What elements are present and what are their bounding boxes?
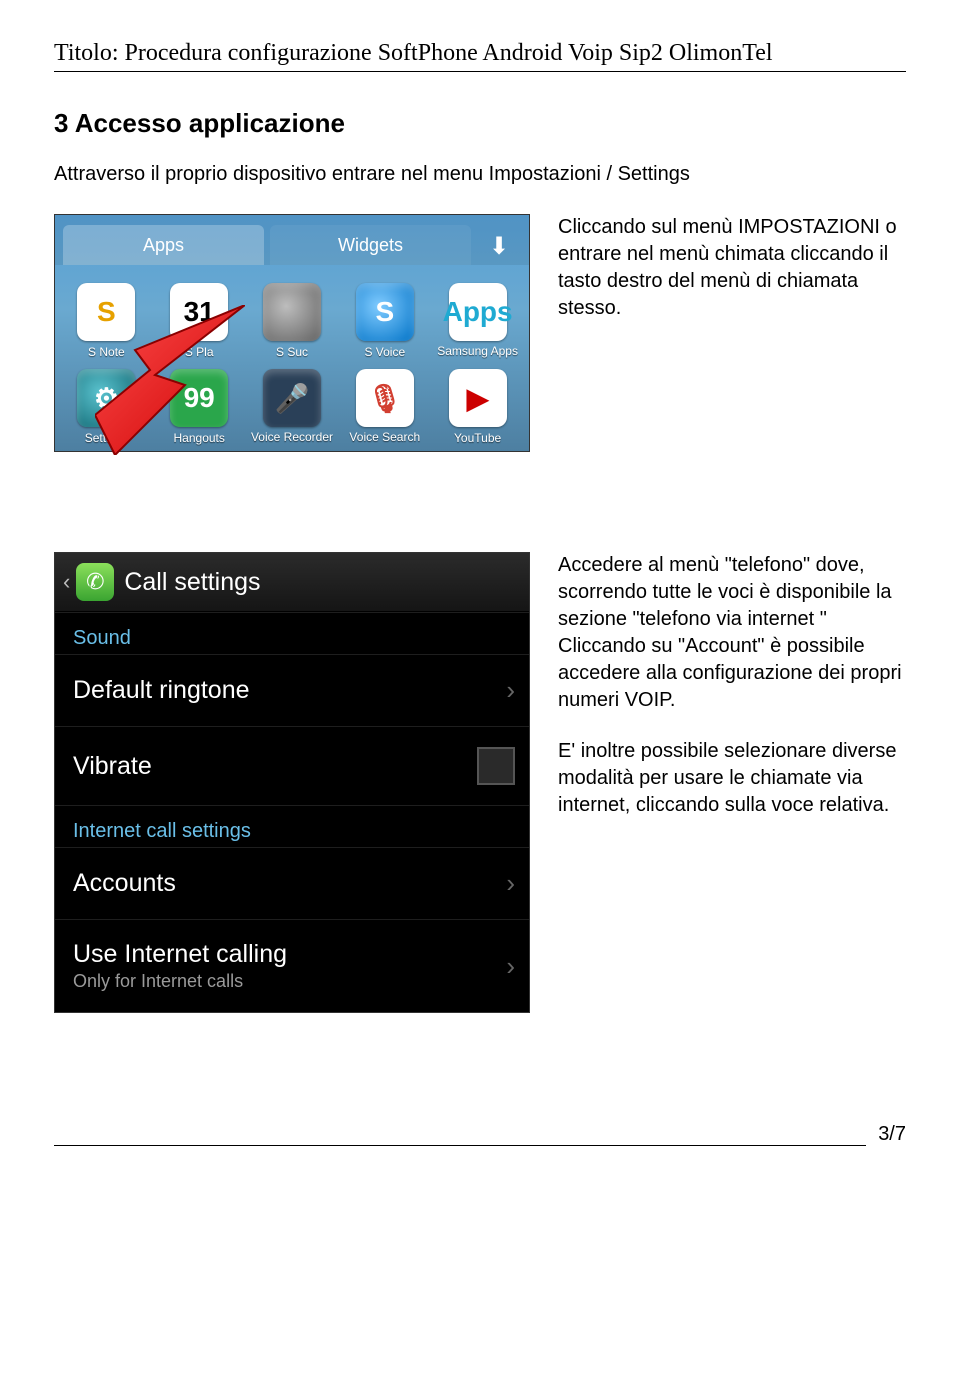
footer-rule (54, 1123, 866, 1146)
voice-search-icon: 🎙 (356, 369, 414, 427)
app-s-suggest[interactable]: S Suc (249, 283, 336, 359)
gear-icon: ⚙ (77, 369, 135, 427)
navbar-title: Call settings (124, 568, 260, 597)
app-label: Voice Recorder (251, 431, 333, 444)
app-voice-recorder[interactable]: 🎤 Voice Recorder (249, 369, 336, 445)
paragraph-telefono-internet: Accedere al menù "telefono" dove, scorre… (558, 552, 906, 714)
item-default-ringtone[interactable]: Default ringtone › (55, 654, 529, 726)
back-icon[interactable]: ‹ (63, 569, 70, 595)
app-label: Voice Search (349, 431, 420, 444)
call-settings-screenshot: ‹ ✆ Call settings Sound Default ringtone… (54, 552, 530, 1013)
app-label: Samsung Apps (437, 345, 518, 358)
app-voice-search[interactable]: 🎙 Voice Search (341, 369, 428, 445)
tower-icon (263, 283, 321, 341)
item-label: Default ringtone (73, 676, 250, 705)
item-use-internet-calling[interactable]: Use Internet calling Only for Internet c… (55, 919, 529, 1012)
group-sound-header: Sound (55, 612, 529, 654)
app-samsung-apps[interactable]: Apps Samsung Apps (434, 283, 521, 359)
vibrate-checkbox[interactable] (477, 747, 515, 785)
recorder-icon: 🎤 (263, 369, 321, 427)
android-launcher-screenshot: Apps Widgets ⬇ S S Note 31 S Pla S Suc (54, 214, 530, 452)
s-voice-icon: S (356, 283, 414, 341)
calendar-icon: 31 (170, 283, 228, 341)
app-s-planner[interactable]: 31 S Pla (156, 283, 243, 359)
intro-text: Attraverso il proprio dispositivo entrar… (54, 163, 906, 186)
item-label: Use Internet calling (73, 940, 287, 969)
app-hangouts[interactable]: 99 Hangouts (156, 369, 243, 445)
launcher-tab-widgets[interactable]: Widgets (270, 225, 471, 265)
paragraph-modalita: E' inoltre possibile selezionare diverse… (558, 738, 906, 819)
app-label: Hangouts (174, 431, 225, 445)
page-number: 3/7 (878, 1123, 906, 1146)
app-label: Settings (85, 431, 128, 445)
launcher-tab-apps[interactable]: Apps (63, 225, 264, 265)
item-sublabel: Only for Internet calls (73, 971, 287, 992)
app-label: S Suc (276, 345, 308, 359)
hangouts-icon: 99 (170, 369, 228, 427)
app-youtube[interactable]: ▶ YouTube (434, 369, 521, 445)
app-s-note[interactable]: S S Note (63, 283, 150, 359)
item-label: Accounts (73, 869, 176, 898)
app-s-voice[interactable]: S S Voice (341, 283, 428, 359)
phone-icon: ✆ (76, 563, 114, 601)
item-accounts[interactable]: Accounts › (55, 847, 529, 919)
item-label: Vibrate (73, 752, 152, 781)
app-label: YouTube (454, 431, 501, 445)
group-internet-header: Internet call settings (55, 805, 529, 847)
doc-title: Titolo: Procedura configurazione SoftPho… (54, 40, 906, 72)
app-settings[interactable]: ⚙ Settings (63, 369, 150, 445)
download-icon[interactable]: ⬇ (477, 227, 521, 265)
app-label: S Voice (364, 345, 405, 359)
youtube-icon: ▶ (449, 369, 507, 427)
chevron-right-icon: › (506, 868, 515, 899)
paragraph-impostazioni: Cliccando sul menù IMPOSTAZIONI o entrar… (558, 214, 906, 322)
app-label: S Note (88, 345, 125, 359)
samsung-apps-icon: Apps (449, 283, 507, 341)
chevron-right-icon: › (506, 951, 515, 982)
app-label: S Pla (185, 345, 214, 359)
section-heading: 3 Accesso applicazione (54, 108, 906, 139)
item-vibrate[interactable]: Vibrate (55, 726, 529, 805)
navbar: ‹ ✆ Call settings (55, 553, 529, 612)
s-note-icon: S (77, 283, 135, 341)
chevron-right-icon: › (506, 675, 515, 706)
